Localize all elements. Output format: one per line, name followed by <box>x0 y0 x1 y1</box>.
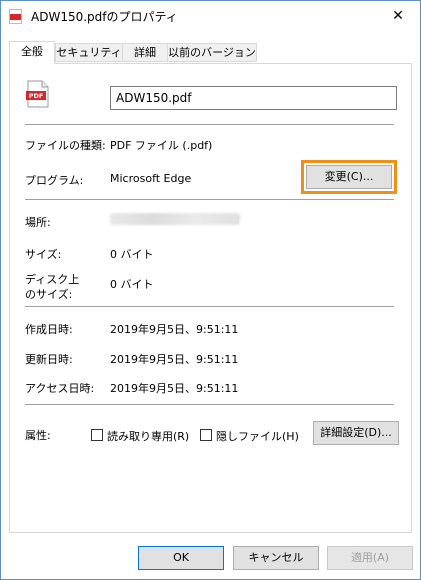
program-value: Microsoft Edge <box>110 172 192 185</box>
program-label: プログラム: <box>25 174 84 187</box>
general-tab-panel: PDF ファイルの種類: PDF ファイル (.pdf) プログラム: Micr… <box>9 63 412 533</box>
close-button[interactable]: ✕ <box>378 1 418 31</box>
attributes-label: 属性: <box>25 429 51 442</box>
cancel-button[interactable]: キャンセル <box>233 546 319 570</box>
size-value: 0 バイト <box>110 248 154 261</box>
pdf-file-icon: PDF <box>26 80 49 108</box>
created-label: 作成日時: <box>25 323 73 336</box>
divider <box>25 404 394 405</box>
window-title: ADW150.pdfのプロパティ <box>31 10 178 24</box>
accessed-label: アクセス日時: <box>25 382 95 395</box>
divider <box>25 199 394 200</box>
modified-label: 更新日時: <box>25 353 73 366</box>
properties-dialog: ADW150.pdfのプロパティ ✕ 全般 セキュリティ 詳細 以前のバージョン… <box>0 0 421 580</box>
hidden-label[interactable]: 隠しファイル(H) <box>216 428 299 444</box>
readonly-checkbox[interactable] <box>91 429 103 441</box>
file-type-value: PDF ファイル (.pdf) <box>110 139 213 152</box>
ok-button[interactable]: OK <box>138 546 224 570</box>
disk-size-value: 0 バイト <box>110 278 154 291</box>
readonly-label[interactable]: 読み取り専用(R) <box>107 428 189 444</box>
tab-previous-versions[interactable]: 以前のバージョン <box>167 43 257 62</box>
size-label: サイズ: <box>25 248 62 261</box>
modified-value: 2019年9月5日、9:51:11 <box>110 353 239 366</box>
file-name-input[interactable] <box>110 86 397 110</box>
svg-text:PDF: PDF <box>29 92 44 100</box>
file-type-label: ファイルの種類: <box>25 139 106 152</box>
tab-security[interactable]: セキュリティ <box>55 43 123 62</box>
tab-details[interactable]: 詳細 <box>122 43 168 62</box>
location-label: 場所: <box>25 216 51 229</box>
apply-button[interactable]: 適用(A) <box>327 546 413 570</box>
change-program-button[interactable]: 変更(C)... <box>301 160 397 194</box>
divider <box>25 124 394 125</box>
disk-size-label-line1: ディスク上 <box>25 273 80 286</box>
hidden-checkbox[interactable] <box>200 429 212 441</box>
accessed-value: 2019年9月5日、9:51:11 <box>110 382 239 395</box>
pdf-app-icon <box>9 9 22 24</box>
disk-size-label-line2: のサイズ: <box>25 288 73 301</box>
created-value: 2019年9月5日、9:51:11 <box>110 323 239 336</box>
tab-general[interactable]: 全般 <box>9 41 55 64</box>
close-icon: ✕ <box>392 8 404 24</box>
divider <box>25 306 394 307</box>
title-bar[interactable]: ADW150.pdfのプロパティ ✕ <box>1 1 420 31</box>
advanced-attributes-button[interactable]: 詳細設定(D)... <box>313 421 399 445</box>
location-value-redacted <box>110 213 240 225</box>
